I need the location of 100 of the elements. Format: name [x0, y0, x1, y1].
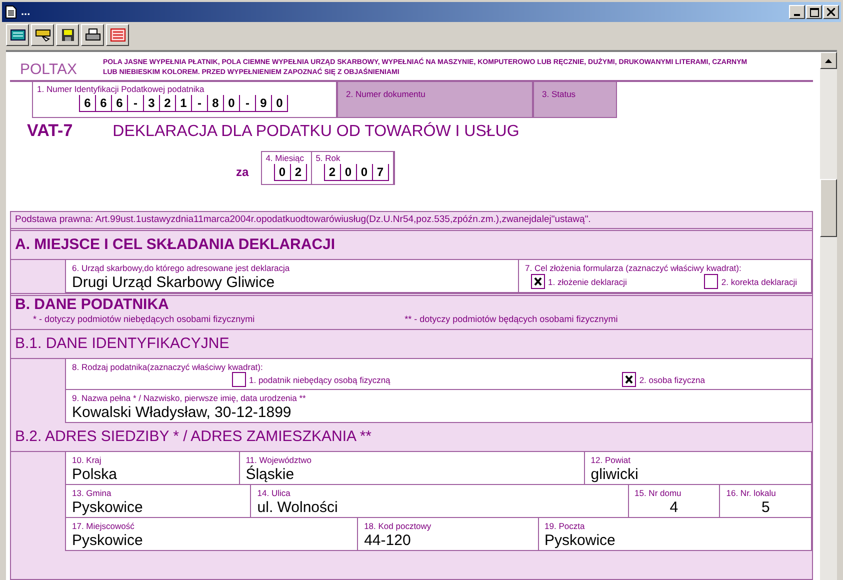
digit-cell: -: [127, 95, 143, 112]
address-field[interactable]: 12. Powiat gliwicki: [584, 452, 812, 484]
field-label: 18. Kod pocztowy: [364, 521, 432, 531]
period-prefix: za: [236, 165, 249, 181]
field-label: 9. Nazwa pełna * / Nazwisko, pierwsze imię, data urodzenia **: [72, 393, 307, 403]
digit-cell: 0: [356, 164, 372, 181]
close-button[interactable]: [823, 5, 839, 19]
screen-icon: [10, 28, 26, 42]
address-field[interactable]: 18. Kod pocztowy 44-120: [358, 518, 539, 550]
digit-cell: 9: [255, 95, 271, 112]
address-field[interactable]: 19. Poczta Pyskowice: [538, 518, 812, 550]
field-label: 15. Nr domu: [634, 488, 682, 498]
address-field[interactable]: 10. Kraj Polska: [66, 452, 240, 484]
checkbox[interactable]: [704, 274, 718, 289]
form-code: VAT-7: [27, 121, 73, 141]
digit-cell: 2: [290, 164, 307, 181]
form-title: DEKLARACJA DLA PODATKU OD TOWARÓW I USŁUG: [112, 123, 520, 141]
print-button[interactable]: [81, 24, 104, 46]
document-icon: [5, 5, 17, 19]
address-field[interactable]: 13. Gmina Pyskowice: [66, 485, 252, 517]
form-logo: POLTAX: [20, 61, 77, 78]
digit-cell: 3: [143, 95, 159, 112]
field-value: Polska: [72, 465, 118, 484]
digit-cell: 6: [79, 95, 95, 112]
digit-cell: 0: [271, 95, 288, 112]
field-label: 2. Numer dokumentu: [346, 89, 426, 99]
address-field[interactable]: 14. Ulica ul. Wolności: [251, 485, 628, 517]
digit-cell: 0: [340, 164, 356, 181]
maximize-button[interactable]: [806, 5, 822, 19]
digit-cell: 7: [372, 164, 389, 181]
field-label: 5. Rok: [316, 153, 342, 163]
minimize-button[interactable]: [789, 5, 805, 19]
field-label: 6. Urząd skarbowy,do którego adresowane jest deklaracja: [72, 263, 291, 273]
field-value: gliwicki: [590, 465, 640, 484]
field-value: Pyskowice: [544, 531, 616, 550]
window-title: ...: [21, 6, 32, 18]
document-lines-icon: [110, 28, 126, 42]
field-label: 17. Miejscowość: [72, 521, 136, 531]
printer-icon: [84, 28, 100, 42]
section-heading: B.2. ADRES SIEDZIBY * / ADRES ZAMIESZKANIA **: [15, 428, 372, 445]
field-label: 12. Powiat: [590, 455, 632, 465]
field-value: Drugi Urząd Skarbowy Gliwice: [72, 273, 276, 292]
checkbox[interactable]: [531, 274, 545, 289]
address-field[interactable]: 11. Województwo Śląskie: [240, 452, 585, 484]
scrollbar-thumb[interactable]: [820, 179, 837, 237]
digit-cell: 0: [223, 95, 239, 112]
digit-cell: 8: [207, 95, 223, 112]
maximize-icon: [810, 8, 818, 16]
edit-hand-button[interactable]: [31, 24, 54, 46]
tax-office-field[interactable]: 6. Urząd skarbowy,do którego adresowane jest deklaracja Drugi Urząd Skarbowy Gliwice: [66, 260, 519, 292]
field-value: 44-120: [364, 531, 412, 550]
checkbox[interactable]: [232, 372, 246, 387]
checkbox[interactable]: [622, 372, 636, 387]
option-label: 2. osoba fizyczna: [639, 374, 705, 384]
field-value: 4: [668, 498, 680, 517]
field-label: 11. Województwo: [246, 455, 313, 465]
digit-cell: 6: [95, 95, 111, 112]
field-label: 13. Gmina: [72, 488, 112, 498]
digit-cell: 2: [159, 95, 175, 112]
field-label: 8. Rodzaj podatnika(zaznaczyć właściwy kwadrat):: [72, 362, 264, 372]
footnote: ** - dotyczy podmiotów będących osobami fizycznymi: [404, 314, 618, 324]
up-arrow-icon: [825, 58, 832, 62]
nip-field[interactable]: 1. Numer Identyfikacji Podatkowej podatnika 6 6 6 - 3 2 1 - 8 0 - 9 0: [32, 82, 337, 118]
field-value: Pyskowice: [72, 498, 144, 517]
digit-cell: -: [191, 95, 207, 112]
option-label: 2. korekta deklaracji: [721, 276, 797, 286]
field-value: Kowalski Władysław, 30-12-1899: [72, 403, 292, 422]
save-button[interactable]: [56, 24, 79, 46]
name-field[interactable]: 9. Nazwa pełna * / Nazwisko, pierwsze imię, data urodzenia ** Kowalski Władysław, 30-12-1899: [66, 390, 812, 422]
address-field[interactable]: 16. Nr. lokalu 5: [720, 485, 812, 517]
field-label: 19. Poczta: [544, 521, 586, 531]
scroll-up-button[interactable]: [820, 52, 837, 69]
close-icon: [827, 8, 835, 16]
period-field[interactable]: 5. Rok 2 0 0 7: [312, 152, 394, 184]
digit-cell: 0: [274, 164, 290, 181]
period-field[interactable]: 4. Miesiąc 0 2: [262, 152, 312, 184]
field-value: ul. Wolności: [257, 498, 339, 517]
section-heading: B.1. DANE IDENTYFIKACYJNE: [15, 335, 230, 352]
field-label: 3. Status: [542, 89, 576, 99]
digit-cell: 1: [175, 95, 191, 112]
report-button[interactable]: [106, 24, 129, 46]
field-value: Śląskie: [246, 465, 296, 484]
digit-cell: -: [239, 95, 255, 112]
option-label: 1. podatnik niebędący osobą fizyczną: [249, 374, 390, 384]
field-value: 5: [760, 498, 771, 517]
address-field[interactable]: 15. Nr domu 4: [628, 485, 720, 517]
cross-mark-icon: [625, 375, 634, 384]
field-label: 10. Kraj: [72, 455, 102, 465]
address-field[interactable]: 17. Miejscowość Pyskowice: [66, 518, 358, 550]
digit-cell: 2: [324, 164, 340, 181]
form-view-button[interactable]: [6, 24, 29, 46]
digit-cell: 6: [111, 95, 127, 112]
field-label: 16. Nr. lokalu: [726, 488, 777, 498]
field-label: 1. Numer Identyfikacji Podatkowej podatnika: [37, 84, 206, 94]
legal-basis: Podstawa prawna: Art.99ust.1ustawyzdnia11marca2004r.opodatkuodtowarówiusług(Dz.U.Nr54,poz.535,zpóźn.zm.),zwanejdalej"ustawą".: [11, 212, 812, 231]
option-label: 1. złożenie deklaracji: [548, 276, 627, 286]
field-label: 7. Cel złożenia formularza (zaznaczyć właściwy kwadrat):: [525, 263, 742, 273]
cross-mark-icon: [534, 277, 542, 286]
section-heading: A. MIEJSCE I CEL SKŁADANIA DEKLARACJI: [15, 236, 336, 253]
field-label: 4. Miesiąc: [266, 153, 305, 163]
